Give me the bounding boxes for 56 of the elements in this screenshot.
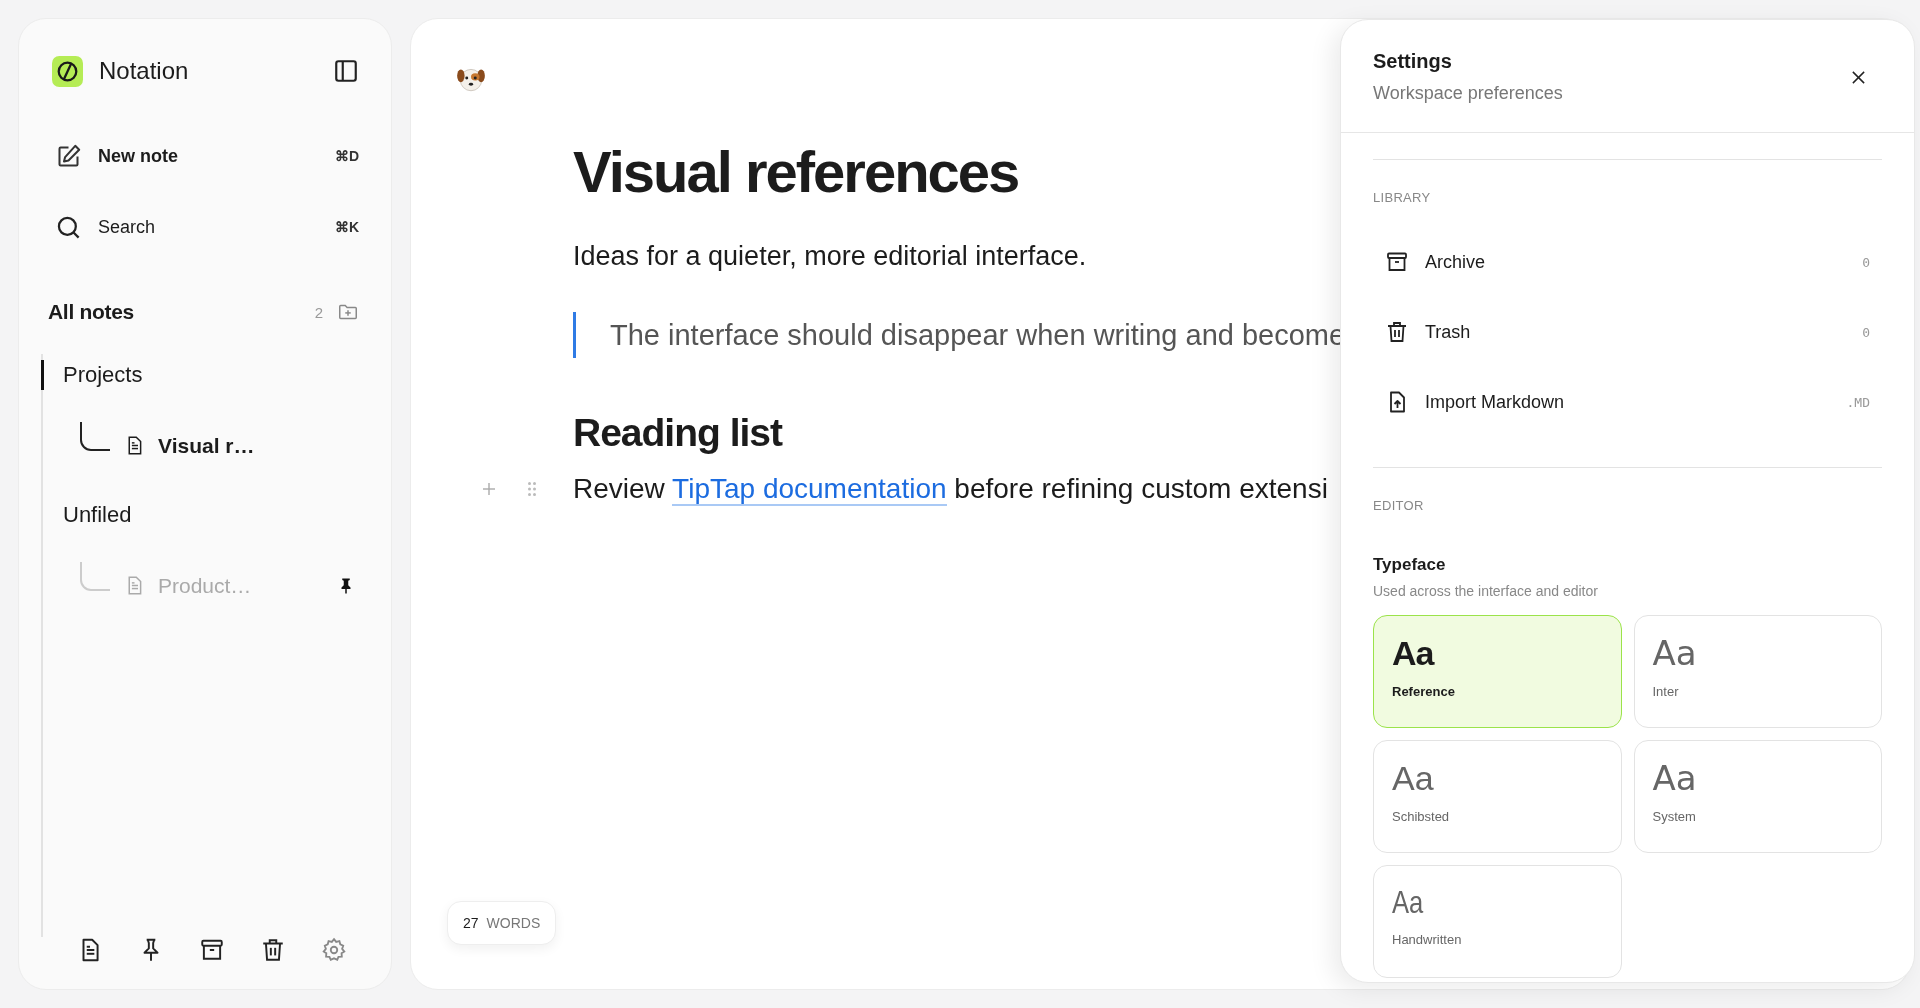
settings-icon[interactable] [321, 937, 347, 963]
typeface-sample: Aa [1392, 761, 1435, 795]
note-item[interactable]: Visual r… [80, 398, 359, 464]
typeface-sample: Aa [1392, 886, 1425, 918]
folder-name[interactable]: Unfiled [63, 502, 132, 528]
drag-handle-icon[interactable] [527, 481, 537, 498]
typeface-sample: Aa [1652, 636, 1698, 670]
library-item[interactable]: Import Markdown .MD [1373, 367, 1882, 437]
document-title: Visual references [573, 138, 1020, 206]
tree-connector [80, 562, 110, 592]
typeface-name: System [1652, 809, 1697, 824]
folder-name[interactable]: Projects [63, 362, 143, 388]
setting-title: Typeface [1373, 555, 1447, 575]
edit-icon [55, 142, 82, 170]
typeface-option[interactable]: Aa System [1633, 740, 1882, 853]
typeface-name: Handwritten [1392, 932, 1463, 947]
typeface-name: Reference [1392, 684, 1456, 699]
typeface-name: Inter [1652, 684, 1680, 699]
close-icon[interactable] [1851, 69, 1866, 85]
note-count: 2 [314, 303, 323, 321]
section-heading: Reading list [573, 410, 784, 457]
typeface-sample: Aa [1652, 761, 1698, 795]
tree-connector [80, 422, 110, 452]
archive-icon[interactable] [199, 937, 225, 963]
paragraph: Ideas for a quieter, more editorial interface. [573, 240, 1088, 272]
app-name: Notation [99, 57, 190, 85]
setting-hint: Used across the interface and editor [1373, 583, 1599, 599]
sidebar-action[interactable]: New note ⌘D [55, 141, 359, 171]
trash-icon[interactable] [260, 937, 286, 963]
paragraph: Review TipTap documentation before refining custom extensi [573, 473, 1328, 506]
typeface-name: Schibsted [1392, 809, 1451, 824]
item-count: 0 [1862, 254, 1870, 270]
library-item[interactable]: Archive 0 [1373, 227, 1882, 297]
section-label: EDITOR [1373, 498, 1425, 513]
link[interactable]: TipTap documentation [672, 473, 947, 507]
sidebar-action[interactable]: Search ⌘K [55, 212, 359, 242]
trash-icon [1385, 320, 1409, 344]
typeface-option[interactable]: Aa Schibsted [1373, 740, 1622, 853]
shortcut-label: ⌘K [334, 219, 359, 235]
word-count-unit: WORDS [486, 915, 541, 931]
sidebar-toggle-icon[interactable] [333, 58, 359, 84]
typeface-option[interactable]: Aa Reference [1373, 615, 1622, 728]
section-label: LIBRARY [1373, 190, 1432, 205]
section-title: All notes [48, 300, 135, 324]
typeface-option[interactable]: Aa Handwritten [1373, 865, 1622, 978]
item-count: 0 [1862, 324, 1870, 340]
library-item[interactable]: Trash 0 [1373, 297, 1882, 367]
shortcut-label: ⌘D [334, 148, 359, 164]
panel-subtitle: Workspace preferences [1373, 83, 1564, 104]
typeface-sample: Aa [1392, 636, 1436, 670]
item-count: .MD [1846, 394, 1870, 410]
logo-icon [52, 55, 83, 87]
typeface-option[interactable]: Aa Inter [1633, 615, 1882, 728]
archive-icon [1385, 250, 1409, 274]
panel-title: Settings [1373, 50, 1453, 73]
word-count: 27 [463, 915, 479, 931]
